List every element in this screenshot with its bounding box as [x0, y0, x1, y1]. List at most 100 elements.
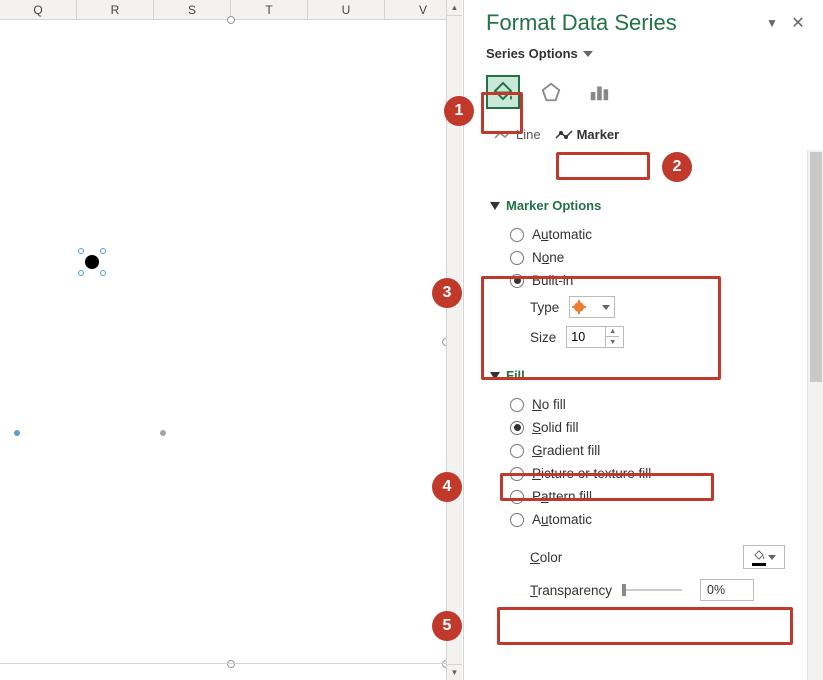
radio-automatic[interactable]: Automatic	[486, 223, 807, 246]
transparency-slider[interactable]	[622, 589, 682, 591]
category-icon-tabs	[464, 71, 823, 119]
radio-no-fill-label: No fill	[532, 397, 566, 412]
radio-icon	[510, 398, 524, 412]
radio-no-fill[interactable]: No fill	[486, 393, 807, 416]
resize-handle[interactable]	[78, 248, 84, 254]
radio-solid-fill-label: Solid fill	[532, 420, 579, 435]
radio-solid-fill[interactable]: Solid fill	[486, 416, 807, 439]
resize-handle[interactable]	[100, 248, 106, 254]
slider-thumb[interactable]	[622, 584, 626, 596]
series-options-tab[interactable]	[582, 75, 616, 109]
series-options-label: Series Options	[486, 46, 578, 61]
col-header[interactable]: U	[308, 0, 385, 19]
tab-line-label: Line	[516, 127, 541, 142]
marker-shape-icon	[574, 302, 584, 312]
radio-icon	[510, 490, 524, 504]
fill-color-dropdown[interactable]	[743, 545, 785, 569]
chevron-down-icon	[583, 51, 593, 57]
radio-icon	[510, 274, 524, 288]
radio-fill-automatic-label: Automatic	[532, 512, 592, 527]
radio-icon	[510, 444, 524, 458]
effects-tab[interactable]	[534, 75, 568, 109]
chart-plot-area[interactable]	[0, 20, 462, 664]
paint-bucket-icon	[752, 548, 766, 562]
radio-picture-fill-label: Picture or texture fill	[532, 466, 651, 481]
radio-icon	[510, 251, 524, 265]
pentagon-icon	[540, 81, 562, 103]
radio-automatic-label: Automatic	[532, 227, 592, 242]
col-header[interactable]: R	[77, 0, 154, 19]
radio-picture-fill[interactable]: Picture or texture fill	[486, 462, 807, 485]
tab-line[interactable]: Line	[494, 127, 541, 142]
type-label: Type	[530, 300, 559, 315]
transparency-row: Transparency 0%	[486, 573, 807, 605]
paint-bucket-icon	[491, 80, 515, 104]
marker-options-header-label: Marker Options	[506, 198, 601, 213]
transparency-value-text: 0%	[707, 583, 725, 597]
series-options-dropdown[interactable]: Series Options	[464, 40, 823, 71]
color-swatch	[752, 563, 766, 566]
radio-builtin[interactable]: Built-in	[486, 269, 807, 292]
size-label: Size	[530, 330, 556, 345]
spin-down-icon[interactable]: ▼	[605, 337, 619, 347]
line-icon	[494, 129, 512, 141]
radio-fill-automatic[interactable]: Automatic	[486, 508, 807, 531]
line-marker-tabs: Line Marker	[464, 119, 823, 152]
radio-pattern-fill-label: Pattern fill	[532, 489, 592, 504]
marker-size-input[interactable]	[567, 330, 605, 344]
vertical-scrollbar[interactable]: ▲ ▼	[446, 0, 462, 680]
spreadsheet-chart-area: Q R S T U V ▲ ▼	[0, 0, 462, 680]
close-icon[interactable]: ✕	[787, 12, 809, 34]
transparency-value[interactable]: 0%	[700, 579, 754, 601]
marker-options-header[interactable]: Marker Options	[490, 198, 807, 213]
col-header[interactable]: Q	[0, 0, 77, 19]
tab-marker-label: Marker	[577, 127, 620, 142]
chevron-down-icon	[602, 305, 610, 310]
radio-none[interactable]: None	[486, 246, 807, 269]
marker-size-stepper[interactable]: ▲ ▼	[566, 326, 624, 348]
options-scroll-area: Marker Options Automatic None Built-in T…	[464, 192, 807, 680]
color-label: Color	[530, 550, 562, 565]
resize-handle[interactable]	[78, 270, 84, 276]
collapse-icon	[490, 202, 500, 210]
spin-up-icon[interactable]: ▲	[605, 327, 619, 337]
radio-gradient-fill[interactable]: Gradient fill	[486, 439, 807, 462]
radio-icon	[510, 421, 524, 435]
col-header[interactable]: T	[231, 0, 308, 19]
scroll-thumb[interactable]	[810, 152, 822, 382]
radio-gradient-fill-label: Gradient fill	[532, 443, 600, 458]
pane-menu-button[interactable]: ▼	[761, 12, 783, 34]
transparency-label: Transparency	[530, 583, 612, 598]
fill-header-label: Fill	[506, 368, 525, 383]
pane-title: Format Data Series	[486, 10, 757, 36]
resize-handle[interactable]	[100, 270, 106, 276]
bar-chart-icon	[588, 81, 610, 103]
fill-header[interactable]: Fill	[490, 368, 807, 383]
marker-icon	[555, 129, 573, 141]
marker-dot-icon	[85, 255, 99, 269]
chart-marker[interactable]	[14, 430, 20, 436]
radio-builtin-label: Built-in	[532, 273, 573, 288]
scroll-down-icon[interactable]: ▼	[447, 664, 462, 680]
col-header[interactable]: S	[154, 0, 231, 19]
radio-pattern-fill[interactable]: Pattern fill	[486, 485, 807, 508]
radio-icon	[510, 228, 524, 242]
selection-handle[interactable]	[227, 660, 235, 668]
fill-line-tab[interactable]	[486, 75, 520, 109]
radio-icon	[510, 513, 524, 527]
format-data-series-pane: Format Data Series ▼ ✕ Series Options Li…	[463, 0, 823, 680]
selection-handle[interactable]	[227, 16, 235, 24]
collapse-icon	[490, 372, 500, 380]
pane-vertical-scrollbar[interactable]	[807, 150, 823, 680]
chart-marker-selected[interactable]	[80, 250, 104, 274]
radio-none-label: None	[532, 250, 564, 265]
marker-type-dropdown[interactable]	[569, 296, 615, 318]
builtin-type-row: Type	[486, 292, 807, 322]
tab-marker[interactable]: Marker	[555, 127, 620, 142]
radio-icon	[510, 467, 524, 481]
builtin-size-row: Size ▲ ▼	[486, 322, 807, 352]
chevron-down-icon	[768, 555, 776, 560]
fill-color-row: Color	[486, 541, 807, 573]
scroll-up-icon[interactable]: ▲	[447, 0, 462, 16]
chart-marker[interactable]	[160, 430, 166, 436]
